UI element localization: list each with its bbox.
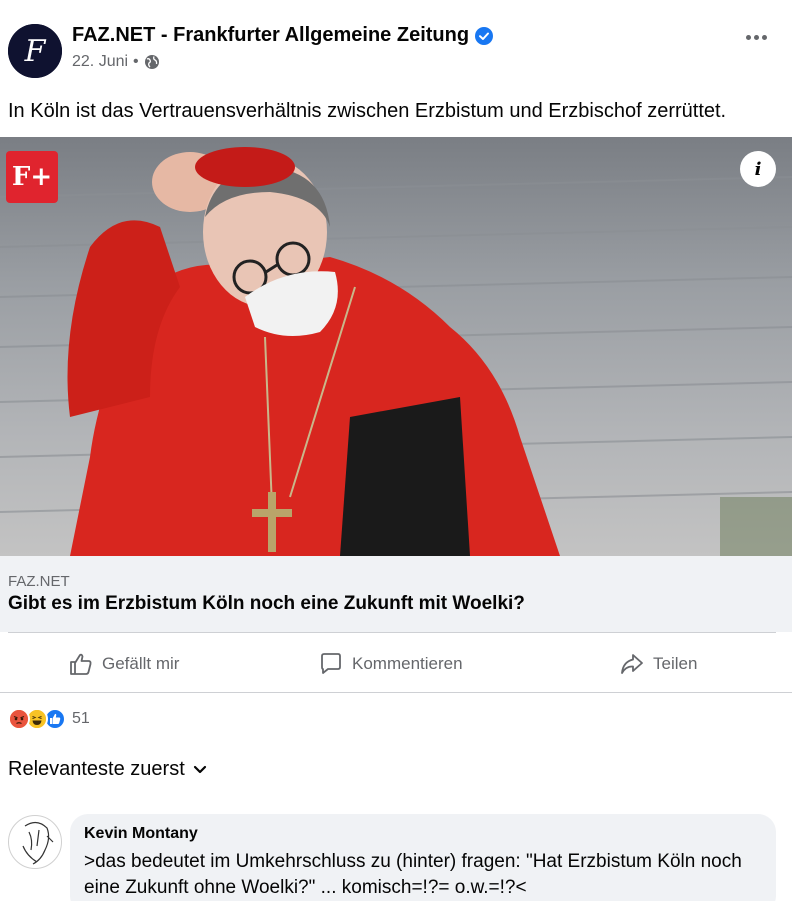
meta-separator: •	[133, 53, 139, 70]
link-preview-meta[interactable]: FAZ.NET Gibt es im Erzbistum Köln noch e…	[0, 556, 792, 632]
link-domain: FAZ.NET	[8, 573, 70, 590]
comment-sort-dropdown[interactable]: Relevanteste zuerst	[8, 758, 207, 781]
like-label: Gefällt mir	[102, 654, 180, 673]
page-name-text[interactable]: FAZ.NET - Frankfurter Allgemeine Zeitung	[72, 24, 469, 47]
thumbs-up-icon	[70, 653, 92, 675]
comment-author[interactable]: Kevin Montany	[84, 824, 762, 844]
faz-logo-icon: F	[8, 24, 62, 78]
share-label: Teilen	[653, 654, 698, 673]
comment-text: >das bedeutet im Umkehrschluss zu (hinte…	[84, 851, 742, 898]
faz-plus-badge: F+	[6, 151, 58, 203]
comment-label: Kommentieren	[352, 654, 463, 673]
sort-label: Relevanteste zuerst	[8, 758, 185, 780]
post-date[interactable]: 22. Juni	[72, 53, 128, 71]
like-button[interactable]: Gefällt mir	[68, 651, 179, 677]
comment-bubble: Kevin Montany >das bedeutet im Umkehrsch…	[70, 814, 776, 901]
post-header: F FAZ.NET - Frankfurter Allgemeine Zeitu…	[0, 0, 792, 90]
comment-icon	[321, 653, 341, 674]
share-icon	[621, 654, 643, 674]
divider	[0, 692, 792, 693]
cardinal-photo	[0, 147, 792, 556]
reaction-count: 51	[72, 710, 90, 727]
sketch-avatar-icon	[22, 821, 54, 865]
comment-button[interactable]: Kommentieren	[318, 651, 463, 677]
more-options-icon[interactable]	[744, 24, 768, 45]
globe-icon	[144, 55, 159, 69]
share-button[interactable]: Teilen	[619, 651, 697, 677]
post-text: In Köln ist das Vertrauensverhältnis zwi…	[8, 100, 727, 122]
info-icon[interactable]: i	[740, 151, 776, 187]
link-preview-image[interactable]: F+ i	[0, 137, 792, 556]
page-name[interactable]: FAZ.NET - Frankfurter Allgemeine Zeitung	[72, 24, 494, 47]
post-meta: 22. Juni •	[72, 53, 160, 71]
verified-badge-icon	[475, 26, 494, 45]
post-actions: Gefällt mir Kommentieren Teilen	[0, 633, 792, 692]
page-avatar[interactable]: F	[8, 24, 62, 78]
angry-icon	[8, 708, 30, 730]
commenter-avatar[interactable]	[8, 815, 62, 869]
link-title[interactable]: Gibt es im Erzbistum Köln noch eine Zuku…	[8, 593, 525, 615]
reactions-summary[interactable]: 51	[8, 706, 90, 732]
chevron-down-icon	[193, 765, 206, 773]
svg-text:F: F	[24, 34, 47, 69]
